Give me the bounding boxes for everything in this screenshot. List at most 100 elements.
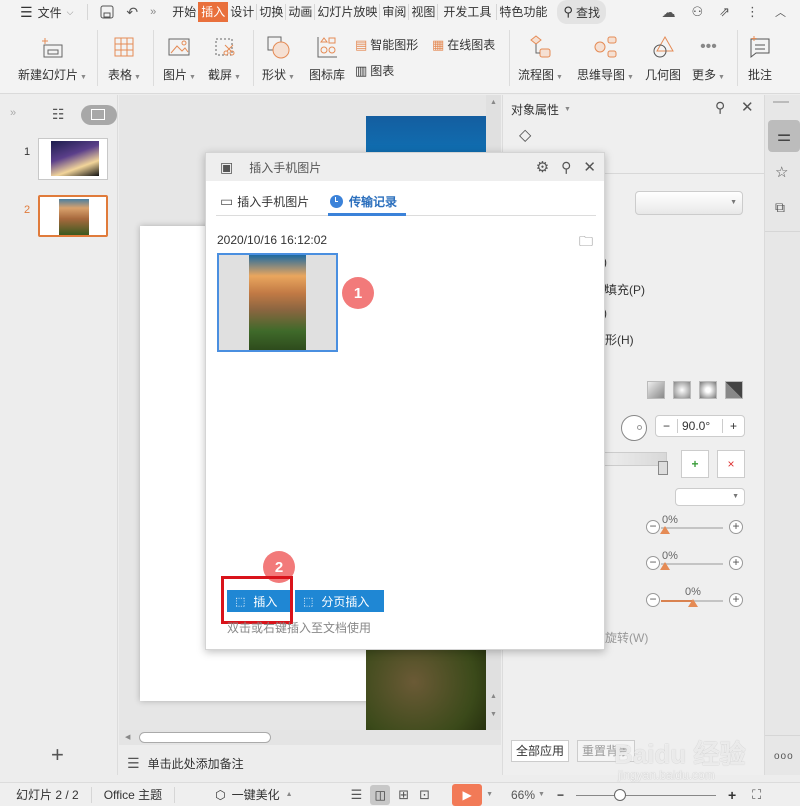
slide-thumbnail-1[interactable] bbox=[38, 138, 108, 180]
notes-toggle-icon[interactable]: ☰ bbox=[351, 787, 363, 803]
online-chart-button[interactable]: ▦ 在线图表 bbox=[432, 36, 495, 53]
slide-image-bottom[interactable] bbox=[366, 650, 486, 730]
add-slide-button[interactable]: + bbox=[51, 742, 64, 768]
transparency-decrease-button[interactable]: − bbox=[646, 520, 660, 534]
picture-button[interactable]: 图片 ▼ bbox=[163, 34, 196, 83]
play-slideshow-button[interactable]: ▶ bbox=[452, 783, 483, 806]
scroll-left-icon[interactable]: ◀ bbox=[125, 733, 130, 741]
share-icon[interactable]: ⇗ bbox=[719, 4, 730, 20]
position-increase-button[interactable]: + bbox=[729, 593, 743, 607]
next-page-icon[interactable]: ▼ bbox=[490, 711, 497, 718]
brightness-handle[interactable] bbox=[660, 562, 670, 570]
dialog-header[interactable]: ▣ 插入手机图片 ⚙ ⚲ ✕ bbox=[206, 153, 604, 181]
dialog-pin-icon[interactable]: ⚲ bbox=[561, 159, 571, 176]
angle-increase-button[interactable]: + bbox=[722, 419, 744, 433]
undo-icon[interactable]: ↶ bbox=[126, 0, 138, 24]
slide-thumbnail-2[interactable] bbox=[38, 195, 108, 237]
notes-area[interactable]: ☰ 单击此处添加备注 bbox=[119, 745, 501, 781]
screenshot-button[interactable]: 截屏 ▼ bbox=[208, 34, 241, 83]
beautify-button[interactable]: ⬡ 一键美化 ▲ bbox=[215, 786, 292, 803]
slide-image-top[interactable] bbox=[366, 116, 486, 156]
open-folder-icon[interactable]: 🗀 bbox=[579, 231, 593, 255]
tab-developer[interactable]: 开发工具 bbox=[438, 4, 498, 20]
dialog-close-icon[interactable]: ✕ bbox=[583, 158, 596, 176]
zoom-out-button[interactable]: − bbox=[557, 788, 564, 802]
delete-stop-button[interactable]: × bbox=[717, 450, 745, 478]
more-vertical-icon[interactable]: ⋮ bbox=[746, 4, 759, 20]
comment-button[interactable]: 批注 bbox=[747, 34, 773, 83]
add-user-icon[interactable]: ⚇ bbox=[691, 4, 703, 20]
angle-value[interactable]: 90.0° bbox=[678, 419, 722, 433]
tab-start[interactable]: 开始 bbox=[170, 4, 198, 20]
zoom-level[interactable]: 66% bbox=[511, 788, 535, 802]
angle-dial[interactable] bbox=[621, 415, 647, 441]
scroll-up-icon[interactable]: ▲ bbox=[490, 99, 497, 106]
rect-gradient-option[interactable] bbox=[699, 381, 717, 399]
collapse-ribbon-icon[interactable]: ︿ bbox=[775, 4, 786, 20]
chart-button[interactable]: ▥ 图表 bbox=[355, 62, 394, 79]
more-options-icon[interactable]: ooo bbox=[774, 751, 794, 762]
close-icon[interactable]: ✕ bbox=[741, 98, 754, 116]
zoom-in-button[interactable]: + bbox=[728, 787, 736, 803]
slide-transition-icon[interactable]: ⧉ bbox=[775, 199, 785, 216]
expand-panel-icon[interactable]: » bbox=[10, 107, 16, 119]
more-button[interactable]: ••• 更多 ▼ bbox=[692, 34, 725, 83]
geometry-button[interactable]: 几何图 bbox=[645, 34, 681, 83]
icon-library-button[interactable]: 图标库 bbox=[309, 34, 345, 83]
position-decrease-button[interactable]: − bbox=[646, 593, 660, 607]
new-slide-button[interactable]: 新建幻灯片 ▼ bbox=[18, 34, 87, 83]
transparency-increase-button[interactable]: + bbox=[729, 520, 743, 534]
properties-settings-icon[interactable]: ⚌ bbox=[768, 120, 800, 152]
pin-icon[interactable]: ⚲ bbox=[715, 99, 725, 116]
table-button[interactable]: 表格 ▼ bbox=[108, 34, 141, 83]
transparency-handle[interactable] bbox=[660, 526, 670, 534]
play-dropdown-icon[interactable]: ▼ bbox=[486, 791, 493, 798]
tab-slideshow[interactable]: 幻灯片放映 bbox=[315, 4, 381, 20]
fit-window-icon[interactable]: ⛶ bbox=[752, 787, 761, 803]
brightness-decrease-button[interactable]: − bbox=[646, 556, 660, 570]
angle-decrease-button[interactable]: − bbox=[656, 419, 678, 433]
search-box[interactable]: ⚲ 查找 bbox=[557, 0, 606, 24]
tab-insert[interactable]: 插入 bbox=[198, 2, 229, 22]
pattern-fill-option[interactable]: 填充(P) bbox=[605, 281, 645, 298]
settings-gear-icon[interactable]: ⚙ bbox=[536, 158, 549, 176]
tab-design[interactable]: 设计 bbox=[228, 4, 258, 20]
shape-button[interactable]: 形状 ▼ bbox=[262, 34, 295, 83]
gradient-stop-handle[interactable] bbox=[658, 461, 668, 475]
brightness-slider[interactable] bbox=[661, 563, 723, 565]
normal-view-icon[interactable]: ◫ bbox=[370, 784, 391, 805]
horizontal-scrollbar[interactable]: ◀ bbox=[119, 730, 501, 745]
scroll-thumb[interactable] bbox=[139, 732, 271, 743]
gradient-style-dropdown[interactable]: ▼ bbox=[635, 191, 743, 215]
slide-view-toggle[interactable] bbox=[81, 105, 117, 125]
tab-animation[interactable]: 动画 bbox=[286, 4, 316, 20]
shape-option[interactable]: 形(H) bbox=[605, 331, 634, 348]
tab-review[interactable]: 审阅 bbox=[380, 4, 410, 20]
file-menu[interactable]: ☰ 文件 ⌵ bbox=[20, 0, 73, 24]
outline-view-icon[interactable]: ☷ bbox=[52, 106, 65, 123]
transferred-image-thumbnail[interactable] bbox=[217, 253, 338, 352]
tab-features[interactable]: 特色功能 bbox=[497, 4, 549, 20]
mindmap-button[interactable]: 思维导图 ▼ bbox=[577, 34, 634, 83]
reading-view-icon[interactable]: ⊡ bbox=[419, 787, 430, 803]
more-chevron-icon[interactable]: » bbox=[150, 0, 156, 24]
apply-all-button[interactable]: 全部应用 bbox=[511, 740, 569, 762]
prev-page-icon[interactable]: ▲ bbox=[490, 693, 497, 700]
tab-transfer-history[interactable]: 传输记录 bbox=[330, 193, 397, 210]
tab-transition[interactable]: 切换 bbox=[257, 4, 287, 20]
tab-view[interactable]: 视图 bbox=[409, 4, 439, 20]
zoom-slider[interactable] bbox=[575, 788, 716, 801]
slide-sorter-icon[interactable]: ⊞ bbox=[398, 787, 409, 803]
zoom-slider-handle[interactable] bbox=[613, 788, 626, 801]
fill-bucket-icon[interactable]: ◇ bbox=[519, 125, 531, 145]
save-icon[interactable] bbox=[100, 0, 114, 24]
rotate-with-shape-option[interactable]: 旋转(W) bbox=[605, 629, 648, 646]
stop-color-dropdown[interactable]: ▼ bbox=[675, 488, 745, 506]
cloud-icon[interactable]: ☁ bbox=[661, 4, 675, 21]
transparency-slider[interactable] bbox=[661, 527, 723, 529]
angle-stepper[interactable]: − 90.0° + bbox=[655, 415, 745, 437]
panel-title[interactable]: 对象属性 ▼ bbox=[511, 101, 571, 118]
position-handle[interactable] bbox=[688, 599, 698, 607]
linear-gradient-option[interactable] bbox=[647, 381, 665, 399]
add-stop-button[interactable]: + bbox=[681, 450, 709, 478]
